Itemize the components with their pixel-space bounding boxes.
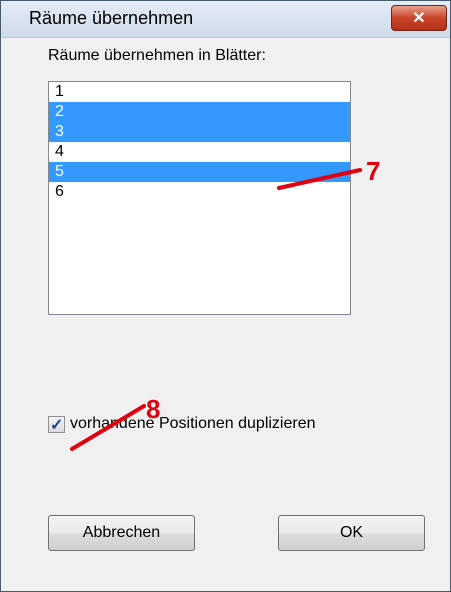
annotation-marker-7: 7 [366, 156, 381, 186]
annotation-line-8 [70, 404, 146, 451]
annotation-marker-8: 8 [146, 394, 161, 424]
annotation-overlay [70, 168, 362, 451]
annotation-line-7 [277, 168, 362, 190]
